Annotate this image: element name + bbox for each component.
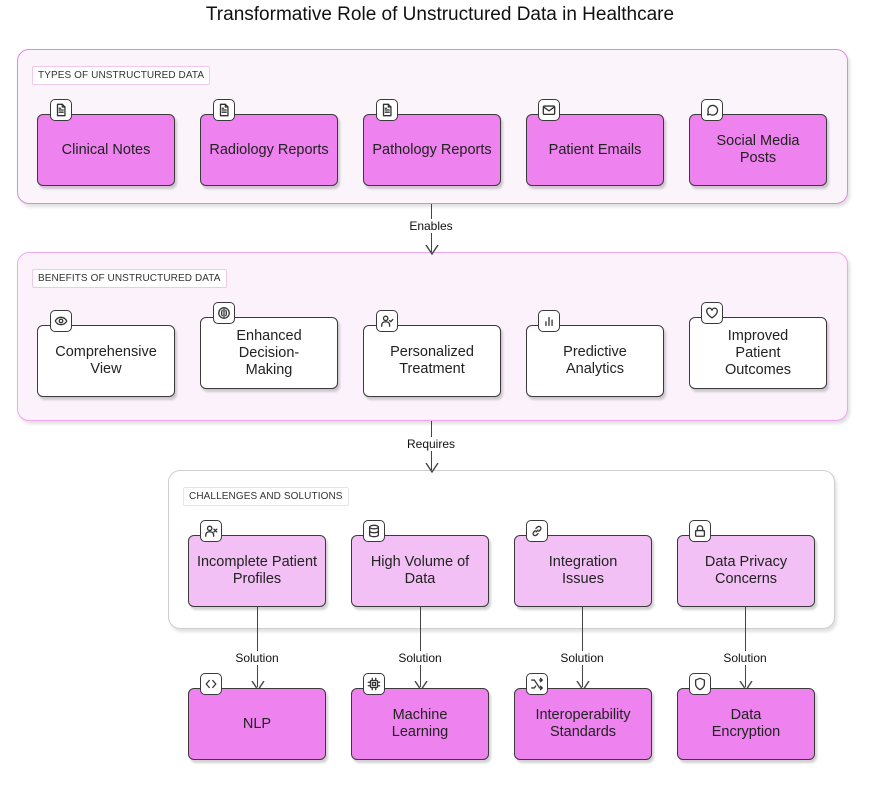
mail-icon bbox=[538, 99, 560, 121]
node-data-privacy-concerns[interactable]: Data Privacy Concerns bbox=[677, 535, 815, 607]
arrowhead bbox=[425, 242, 439, 256]
node-label: Personalized Treatment bbox=[390, 344, 474, 377]
eye-icon bbox=[50, 310, 72, 332]
node-label: Comprehensive View bbox=[55, 344, 157, 377]
cpu-icon bbox=[363, 673, 385, 695]
node-label: Radiology Reports bbox=[209, 141, 329, 158]
heart-icon bbox=[701, 302, 723, 324]
node-clinical-notes[interactable]: Clinical Notes bbox=[37, 114, 175, 186]
node-label: Incomplete Patient Profiles bbox=[196, 554, 318, 587]
diagram-title: Transformative Role of Unstructured Data… bbox=[205, 4, 675, 25]
arrowhead bbox=[251, 678, 265, 692]
node-high-volume-of-data[interactable]: High Volume of Data bbox=[351, 535, 489, 607]
code-icon bbox=[200, 673, 222, 695]
edge-label-solution: Solution bbox=[558, 651, 606, 665]
node-pathology-reports[interactable]: Pathology Reports bbox=[363, 114, 501, 186]
node-predictive-analytics[interactable]: Predictive Analytics bbox=[526, 325, 664, 397]
database-icon bbox=[363, 520, 385, 542]
node-data-encryption[interactable]: Data Encryption bbox=[677, 688, 815, 760]
bar-chart-icon bbox=[538, 310, 560, 332]
node-label: Patient Emails bbox=[548, 141, 642, 158]
node-label: Integration Issues bbox=[548, 554, 618, 587]
edge-label-solution: Solution bbox=[396, 651, 444, 665]
node-comprehensive-view[interactable]: Comprehensive View bbox=[37, 325, 175, 397]
group-label: BENEFITS OF UNSTRUCTURED DATA bbox=[32, 269, 227, 288]
node-incomplete-patient-profiles[interactable]: Incomplete Patient Profiles bbox=[188, 535, 326, 607]
user-check-icon bbox=[376, 310, 398, 332]
edge-label-solution: Solution bbox=[721, 651, 769, 665]
brain-icon bbox=[213, 302, 235, 324]
node-radiology-reports[interactable]: Radiology Reports bbox=[200, 114, 338, 186]
group-label: CHALLENGES AND SOLUTIONS bbox=[183, 487, 349, 506]
node-label: Social Media Posts bbox=[716, 133, 800, 166]
arrowhead bbox=[576, 678, 590, 692]
edge-label-enables: Enables bbox=[407, 219, 455, 233]
group-label: TYPES OF UNSTRUCTURED DATA bbox=[32, 66, 211, 85]
node-personalized-treatment[interactable]: Personalized Treatment bbox=[363, 325, 501, 397]
node-label: Interoperability Standards bbox=[535, 707, 631, 740]
node-patient-emails[interactable]: Patient Emails bbox=[526, 114, 664, 186]
document-icon bbox=[50, 99, 72, 121]
node-label: NLP bbox=[242, 715, 272, 732]
document-icon bbox=[376, 99, 398, 121]
arrowhead bbox=[739, 678, 753, 692]
node-label: Machine Learning bbox=[391, 707, 449, 740]
message-circle-icon bbox=[701, 99, 723, 121]
connector-line bbox=[745, 607, 746, 687]
node-machine-learning[interactable]: Machine Learning bbox=[351, 688, 489, 760]
node-label: Clinical Notes bbox=[61, 141, 151, 158]
connector-line bbox=[420, 607, 421, 687]
edge-label-requires: Requires bbox=[404, 437, 458, 451]
shield-icon bbox=[689, 673, 711, 695]
edge-label-solution: Solution bbox=[233, 651, 281, 665]
node-label: High Volume of Data bbox=[370, 554, 470, 587]
node-label: Enhanced Decision-Making bbox=[236, 327, 302, 378]
document-icon bbox=[213, 99, 235, 121]
connector-line bbox=[582, 607, 583, 687]
link-icon bbox=[526, 520, 548, 542]
node-label: Pathology Reports bbox=[372, 141, 492, 158]
node-integration-issues[interactable]: Integration Issues bbox=[514, 535, 652, 607]
node-interoperability-standards[interactable]: Interoperability Standards bbox=[514, 688, 652, 760]
node-social-media-posts[interactable]: Social Media Posts bbox=[689, 114, 827, 186]
node-enhanced-decision-making[interactable]: Enhanced Decision-Making bbox=[200, 317, 338, 389]
node-label: Data Encryption bbox=[711, 707, 781, 740]
lock-icon bbox=[689, 520, 711, 542]
arrowhead bbox=[425, 460, 439, 474]
node-label: Data Privacy Concerns bbox=[704, 554, 788, 587]
node-improved-patient-outcomes[interactable]: Improved Patient Outcomes bbox=[689, 317, 827, 389]
node-nlp[interactable]: NLP bbox=[188, 688, 326, 760]
arrowhead bbox=[414, 678, 428, 692]
node-label: Predictive Analytics bbox=[563, 344, 627, 377]
connector-line bbox=[257, 607, 258, 687]
shuffle-icon bbox=[526, 673, 548, 695]
node-label: Improved Patient Outcomes bbox=[724, 327, 792, 378]
user-x-icon bbox=[200, 520, 222, 542]
